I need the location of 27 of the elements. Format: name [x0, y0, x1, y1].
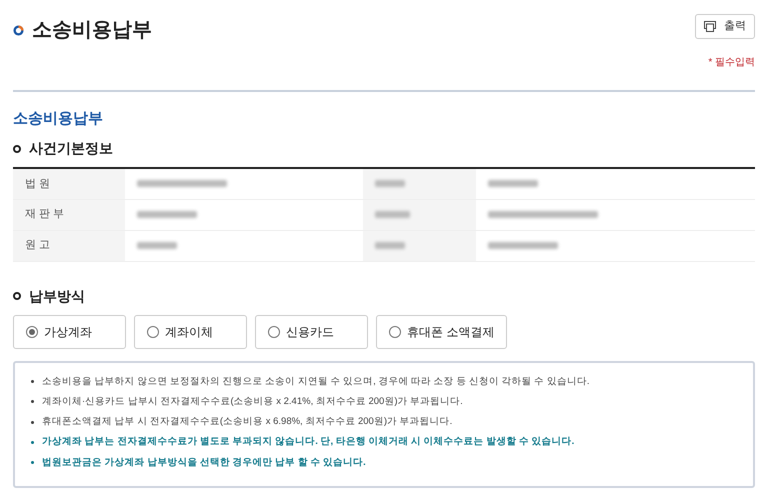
notice-text: 법원보관금은 가상계좌 납부방식을 선택한 경우에만 납부 할 수 있습니다. [42, 456, 366, 470]
bullet-icon [31, 380, 34, 384]
printer-icon [704, 20, 716, 32]
bullet-icon [31, 440, 34, 444]
bullet-icon [13, 292, 21, 300]
bullet-icon [13, 144, 21, 152]
notice-text: 소송비용을 납부하지 않으면 보정절차의 진행으로 소송이 지연될 수 있으며, 경우에 따라 소장 등 신청이 각하될 수 있습니다. [42, 374, 590, 388]
notice-text: 계좌이체·신용카드 납부시 전자결제수수료(소송비용 x 2.41%, 최저수수료 200원)가 부과됩니다. [42, 394, 463, 409]
print-button[interactable]: 출력 [695, 14, 755, 38]
required-note: * 필수입력 [708, 56, 755, 70]
field-label: 재 판 부 [13, 199, 125, 230]
section-title: 소송비용납부 [13, 108, 104, 128]
field-label: 법 원 [13, 168, 125, 199]
payment-option[interactable]: 신용카드 [255, 314, 368, 348]
notice-text: 가상계좌 납부는 전자결제수수료가 별도로 부과되지 않습니다. 단, 타은행 이체거래 시 이체수수료는 발생할 수 있습니다. [42, 435, 574, 450]
payment-option[interactable]: 가상계좌 [13, 314, 126, 348]
page-title: 소송비용납부 [32, 18, 152, 42]
ring-icon [13, 24, 24, 36]
payment-option[interactable]: 계좌이체 [134, 314, 247, 348]
section-heading: 납부방식 [29, 286, 85, 306]
bullet-icon [31, 420, 34, 424]
field-label: 원 고 [13, 230, 125, 261]
bullet-icon [31, 400, 34, 404]
payment-option[interactable]: 휴대폰 소액결제 [376, 314, 508, 348]
section-heading: 사건기본정보 [29, 139, 113, 158]
notice-text: 휴대폰소액결제 납부 시 전자결제수수료(소송비용 x 6.98%, 최저수수료 200원)가 부과됩니다. [42, 415, 452, 429]
bullet-icon [31, 461, 34, 464]
